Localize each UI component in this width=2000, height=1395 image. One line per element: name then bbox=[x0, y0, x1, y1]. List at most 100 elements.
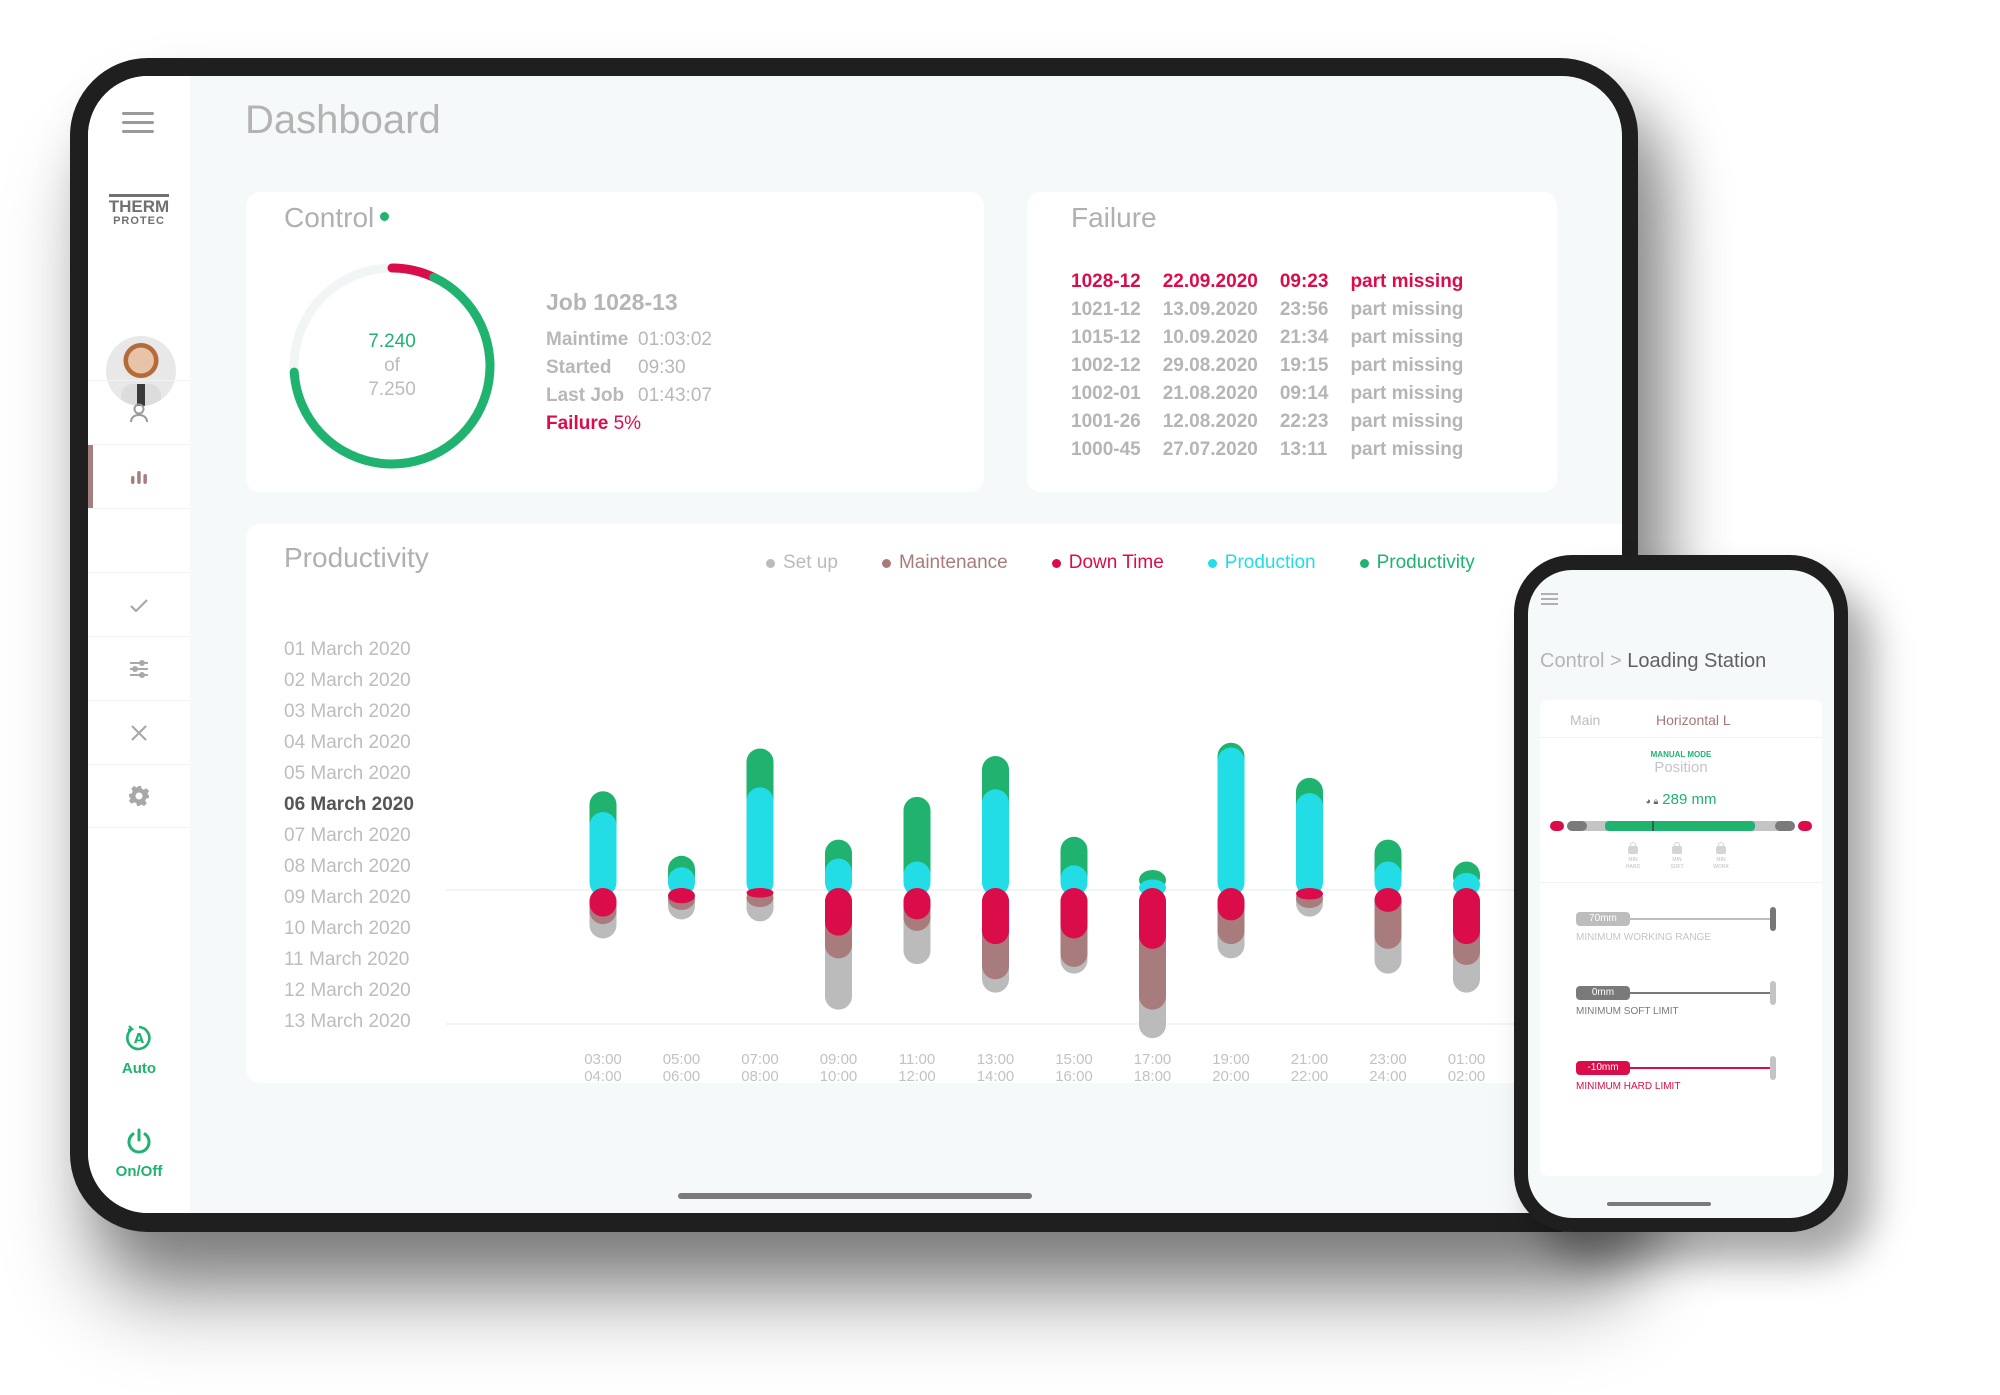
failure-row[interactable]: 1015-12 10.09.2020 21:34 part missing bbox=[1071, 324, 1485, 352]
bar-down_time[interactable] bbox=[589, 888, 617, 917]
failure-reason: part missing bbox=[1350, 411, 1464, 432]
bar-production[interactable] bbox=[982, 789, 1009, 896]
bar-production[interactable] bbox=[589, 812, 617, 896]
sidebar-item-blank[interactable] bbox=[88, 508, 190, 572]
lock-item[interactable]: MIN WORK bbox=[1710, 842, 1732, 871]
menu-icon[interactable] bbox=[1541, 593, 1558, 608]
slider-handle[interactable] bbox=[1770, 907, 1776, 931]
sidebar-item-gear[interactable] bbox=[88, 764, 190, 828]
x-tick-label: 04:00 bbox=[584, 1068, 622, 1083]
failure-date: 12.08.2020 bbox=[1162, 411, 1258, 432]
slider-handle[interactable] bbox=[1770, 981, 1776, 1005]
position-bar[interactable] bbox=[1550, 821, 1812, 831]
x-tick-label: 21:00 bbox=[1291, 1051, 1329, 1068]
bar-down_time[interactable] bbox=[1139, 888, 1166, 949]
failure-id: 1002-12 bbox=[1071, 355, 1141, 376]
x-tick-label: 16:00 bbox=[1055, 1068, 1093, 1083]
slider-hard-limit[interactable]: -10mm bbox=[1576, 1056, 1776, 1080]
sidebar: THERM PROTEC A Auto On/Off bbox=[88, 76, 190, 1213]
lock-icon bbox=[1628, 842, 1638, 854]
auto-mode-icon: A bbox=[126, 1025, 151, 1051]
failure-rate: Failure 5% bbox=[546, 413, 642, 434]
control-card: Control 7.240 of 7.250 Job 1028-13 Maint… bbox=[246, 192, 984, 492]
bar-down_time[interactable] bbox=[982, 888, 1009, 945]
slider-label: MINIMUM SOFT LIMIT bbox=[1576, 1006, 1679, 1017]
failure-reason: part missing bbox=[1350, 299, 1464, 320]
bar-down_time[interactable] bbox=[1453, 888, 1480, 945]
bar-down_time[interactable] bbox=[825, 888, 852, 936]
x-tick-label: 02:00 bbox=[1448, 1068, 1486, 1083]
bar-down_time[interactable] bbox=[1060, 888, 1088, 939]
job-row: Last Job 01:43:07 bbox=[546, 385, 712, 406]
breadcrumb-parent[interactable]: Control bbox=[1540, 650, 1604, 672]
power-button[interactable]: On/Off bbox=[88, 1125, 190, 1180]
failure-row[interactable]: 1002-12 29.08.2020 19:15 part missing bbox=[1071, 352, 1485, 380]
failure-time: 09:14 bbox=[1279, 383, 1329, 404]
sidebar-item-approve[interactable] bbox=[88, 572, 190, 636]
tab-bar: Main Horizontal L bbox=[1540, 700, 1822, 738]
check-icon bbox=[130, 598, 148, 613]
x-tick-label: 06:00 bbox=[663, 1068, 701, 1083]
tab-horizontal-l[interactable]: Horizontal L bbox=[1656, 712, 1731, 728]
page-title: Dashboard bbox=[245, 98, 441, 142]
x-tick-label: 07:00 bbox=[741, 1051, 779, 1068]
productivity-chart: 03:0004:00 05:0006:00 07:0008:00 09:0010:00… bbox=[446, 742, 1622, 1083]
failure-row[interactable]: 1000-45 27.07.2020 13:11 part missing bbox=[1071, 436, 1485, 464]
menu-icon[interactable] bbox=[122, 112, 154, 134]
close-icon bbox=[131, 724, 147, 741]
tab-main[interactable]: Main bbox=[1570, 712, 1600, 728]
x-tick-label: 17:00 bbox=[1134, 1051, 1172, 1068]
bar-down_time[interactable] bbox=[1374, 888, 1402, 912]
hard-zone-left bbox=[1567, 821, 1587, 831]
x-tick-label: 05:00 bbox=[663, 1051, 701, 1068]
gauge-readout: 7.240 of 7.250 bbox=[368, 331, 416, 400]
failure-reason: part missing bbox=[1350, 271, 1464, 292]
sidebar-item-user[interactable] bbox=[88, 380, 190, 444]
failure-title: Failure bbox=[1071, 202, 1157, 233]
bar-production[interactable] bbox=[1296, 793, 1323, 896]
failure-row[interactable]: 1001-26 12.08.2020 22:23 part missing bbox=[1071, 408, 1485, 436]
status-dot bbox=[380, 212, 390, 222]
axis-card: Main Horizontal L MANUAL MODE Position ◕… bbox=[1540, 700, 1822, 1176]
failure-id: 1001-26 bbox=[1071, 411, 1141, 432]
slider-soft-limit[interactable]: 0mm bbox=[1576, 981, 1776, 1005]
bar-down_time[interactable] bbox=[746, 888, 774, 898]
failure-reason: part missing bbox=[1350, 327, 1464, 348]
x-tick-label: 24:00 bbox=[1369, 1068, 1407, 1083]
bar-down_time[interactable] bbox=[1296, 888, 1323, 900]
breadcrumb: Control > Loading Station bbox=[1540, 650, 1767, 672]
lock-item[interactable]: MIN SOFT bbox=[1666, 842, 1688, 871]
lock-icon: ◕ 🔒︎ bbox=[1645, 796, 1659, 806]
failure-id: 1021-12 bbox=[1071, 299, 1141, 320]
slider-handle[interactable] bbox=[1770, 1056, 1776, 1080]
sidebar-item-statistics[interactable] bbox=[88, 444, 190, 508]
failure-time: 09:23 bbox=[1279, 271, 1329, 292]
bar-chart-icon bbox=[131, 470, 147, 484]
bar-down_time[interactable] bbox=[903, 888, 931, 920]
x-tick-label: 12:00 bbox=[898, 1068, 936, 1083]
x-tick-label: 09:00 bbox=[820, 1051, 858, 1068]
sidebar-item-cancel[interactable] bbox=[88, 700, 190, 764]
failure-date: 29.08.2020 bbox=[1162, 355, 1258, 376]
failure-card: Failure 1028-12 22.09.2020 09:23 part missi… bbox=[1027, 192, 1557, 492]
x-tick-label: 23:00 bbox=[1369, 1051, 1407, 1068]
bar-production[interactable] bbox=[1217, 747, 1245, 897]
slider-label: MINIMUM WORKING RANGE bbox=[1576, 932, 1711, 943]
failure-time: 13:11 bbox=[1279, 439, 1328, 460]
gear-icon bbox=[128, 785, 150, 807]
failure-time: 19:15 bbox=[1279, 355, 1329, 376]
hard-limit-left bbox=[1550, 821, 1564, 831]
bar-down_time[interactable] bbox=[1217, 888, 1245, 921]
phone-screen: Control > Loading Station Main Horizonta… bbox=[1528, 570, 1834, 1218]
failure-row[interactable]: 1021-12 13.09.2020 23:56 part missing bbox=[1071, 296, 1485, 324]
bar-production[interactable] bbox=[746, 787, 774, 896]
auto-mode-button[interactable]: A Auto bbox=[88, 1022, 190, 1077]
power-icon bbox=[127, 1128, 151, 1154]
failure-row[interactable]: 1028-12 22.09.2020 09:23 part missing bbox=[1071, 268, 1485, 296]
sidebar-item-settings-adjust[interactable] bbox=[88, 636, 190, 700]
failure-row[interactable]: 1002-01 21.08.2020 09:14 part missing bbox=[1071, 380, 1485, 408]
x-tick-label: 19:00 bbox=[1212, 1051, 1250, 1068]
lock-item[interactable]: MIN HARD bbox=[1622, 842, 1644, 871]
slider-working-range[interactable]: 70mm bbox=[1576, 907, 1776, 931]
bar-down_time[interactable] bbox=[668, 888, 695, 904]
